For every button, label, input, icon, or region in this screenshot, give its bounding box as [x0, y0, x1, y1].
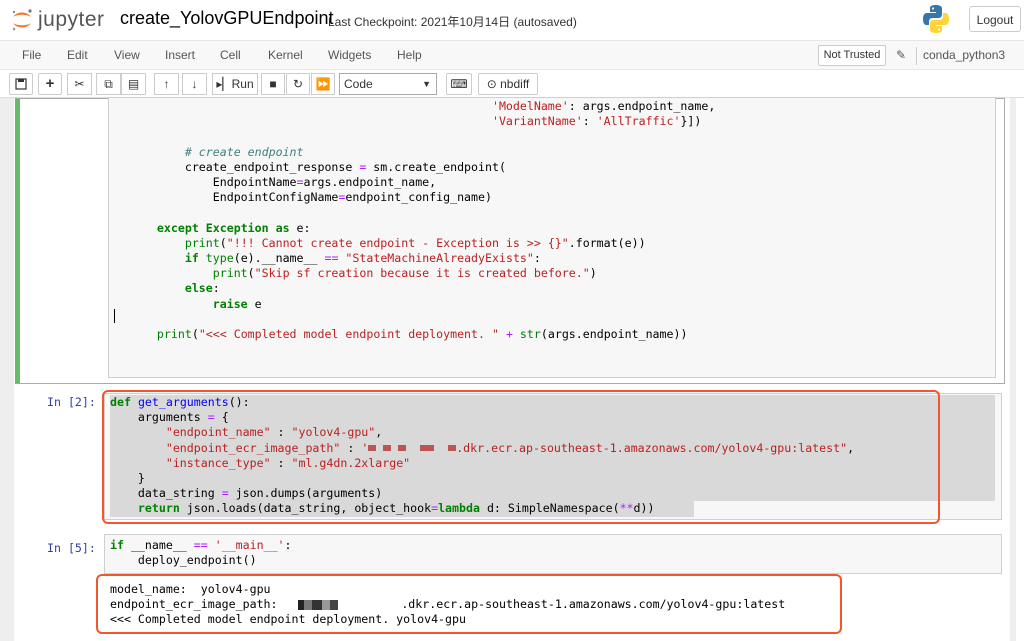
cell-code[interactable]: 'ModelName': args.endpoint_name, 'Varian… [129, 99, 715, 342]
notebook-name[interactable]: create_YolovGPUEndpoint [120, 8, 333, 29]
arrow-down-icon: ↓ [191, 77, 198, 91]
orange-annotation-box-output [96, 574, 842, 634]
menu-edit[interactable]: Edit [67, 48, 88, 62]
menu-insert[interactable]: Insert [165, 48, 195, 62]
save-button[interactable] [9, 73, 33, 95]
header: jupyter create_YolovGPUEndpoint Last Che… [0, 0, 1024, 40]
command-palette-button[interactable]: ⌨ [446, 73, 472, 95]
move-up-button[interactable]: ↑ [154, 73, 179, 95]
cell-prompt-5: In [5]: [47, 541, 96, 555]
cell-code-5[interactable]: if __name__ == '__main__': deploy_endpoi… [110, 538, 292, 568]
menu-help[interactable]: Help [397, 48, 422, 62]
not-trusted-button[interactable]: Not Trusted [818, 45, 886, 66]
menu-widgets[interactable]: Widgets [328, 48, 371, 62]
history-icon: ⊙ [486, 77, 497, 91]
save-icon [15, 78, 27, 90]
insert-cell-button[interactable]: + [38, 73, 62, 95]
arrow-up-icon: ↑ [163, 77, 170, 91]
python-logo-icon [923, 5, 949, 33]
menu-view[interactable]: View [114, 48, 140, 62]
run-label: Run [231, 77, 254, 91]
paste-icon: ▤ [127, 77, 140, 91]
jupyter-orb-icon [12, 9, 32, 31]
toolbar: + ✂ ⧉ ▤ ↑ ↓ ▸▏Run ■ ↻ ⏩ Code ▼ ⌨ ⊙ nbdif… [0, 70, 1024, 98]
jupyter-logo[interactable]: jupyter [10, 6, 106, 34]
pencil-icon[interactable]: ✎ [896, 48, 906, 62]
restart-run-all-button[interactable]: ⏩ [311, 73, 335, 95]
interrupt-button[interactable]: ■ [261, 73, 285, 95]
cell-prompt-2: In [2]: [47, 395, 96, 409]
orange-annotation-box-code [102, 390, 940, 524]
copy-icon: ⧉ [104, 77, 113, 91]
cell-input-area[interactable]: 'ModelName': args.endpoint_name, 'Varian… [108, 97, 996, 378]
text-cursor [114, 309, 115, 323]
logout-button[interactable]: Logout [969, 6, 1021, 32]
copy-button[interactable]: ⧉ [96, 73, 121, 95]
keyboard-icon: ⌨ [450, 77, 468, 91]
code-cell-selected[interactable]: 'ModelName': args.endpoint_name, 'Varian… [15, 97, 1005, 384]
kernel-name[interactable]: conda_python3 [923, 48, 1005, 62]
logo-text: jupyter [38, 8, 105, 31]
run-button[interactable]: ▸▏Run [212, 73, 258, 95]
stop-icon: ■ [269, 77, 277, 91]
menu-kernel[interactable]: Kernel [268, 48, 303, 62]
paste-button[interactable]: ▤ [121, 73, 146, 95]
menu-cell[interactable]: Cell [220, 48, 241, 62]
scissors-icon: ✂ [74, 77, 85, 91]
plus-icon: + [45, 75, 55, 92]
scrollbar[interactable] [1016, 98, 1024, 641]
nbdiff-button[interactable]: ⊙ nbdiff [478, 73, 538, 95]
cut-button[interactable]: ✂ [67, 73, 92, 95]
cell-type-select[interactable]: Code ▼ [339, 73, 437, 95]
menu-file[interactable]: File [22, 48, 41, 62]
chevron-down-icon: ▼ [422, 79, 431, 89]
cell-type-value: Code [344, 77, 373, 91]
fast-forward-icon: ⏩ [315, 77, 331, 91]
move-down-button[interactable]: ↓ [182, 73, 207, 95]
nbdiff-label: nbdiff [500, 77, 530, 91]
kernel-divider [916, 47, 917, 65]
restart-button[interactable]: ↻ [286, 73, 310, 95]
restart-icon: ↻ [292, 77, 304, 91]
checkpoint-status: Last Checkpoint: 2021年10月14日 (autosaved) [328, 15, 577, 29]
menubar: File Edit View Insert Cell Kernel Widget… [0, 40, 1024, 70]
step-forward-icon: ▸▏ [216, 77, 232, 91]
